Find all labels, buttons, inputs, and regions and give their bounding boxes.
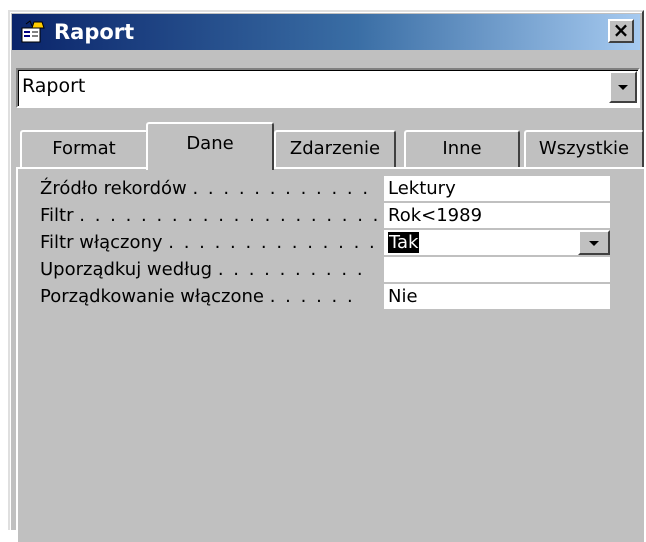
- chevron-down-icon: [618, 85, 628, 90]
- close-button[interactable]: ×: [608, 19, 634, 43]
- property-row: Źródło rekordów . . . . . . . . . . . . …: [18, 175, 638, 201]
- selected-value: Tak: [388, 232, 420, 253]
- tab-zdarzenie[interactable]: Zdarzenie: [274, 130, 396, 168]
- property-label: Filtr . . . . . . . . . . . . . . . . . …: [40, 205, 380, 226]
- property-value-order-by[interactable]: [384, 257, 610, 282]
- object-selector[interactable]: Raport: [16, 68, 640, 108]
- property-row: Uporządkuj według . . . . . . . . . .: [18, 256, 638, 282]
- chevron-down-icon: [589, 240, 599, 246]
- property-label: Porządkowanie włączone . . . . . .: [40, 286, 355, 307]
- object-selector-value: Raport: [22, 75, 86, 97]
- property-row: Porządkowanie włączone . . . . . . Nie: [18, 283, 638, 309]
- property-value-filter-on[interactable]: Tak: [384, 230, 610, 255]
- properties-icon: [21, 20, 45, 43]
- property-row: Filtr . . . . . . . . . . . . . . . . . …: [18, 202, 638, 228]
- tab-strip: Format Dane Zdarzenie Inne Wszystkie: [16, 122, 646, 170]
- property-value-filter[interactable]: Rok<1989: [384, 203, 610, 228]
- window-title: Raport: [54, 20, 135, 44]
- tab-inne[interactable]: Inne: [404, 130, 520, 168]
- property-sheet-window: Raport × Raport Format Dane Zdarzenie In…: [8, 10, 646, 542]
- property-label: Źródło rekordów . . . . . . . . . . . .: [40, 178, 371, 199]
- property-value-order-by-on[interactable]: Nie: [384, 284, 610, 309]
- properties-panel: Źródło rekordów . . . . . . . . . . . . …: [16, 169, 644, 542]
- filter-on-dropdown-button[interactable]: [578, 230, 610, 255]
- tab-format[interactable]: Format: [20, 130, 148, 168]
- property-row: Filtr włączony . . . . . . . . . . . . .…: [18, 229, 638, 255]
- property-label: Uporządkuj według . . . . . . . . . .: [40, 259, 365, 280]
- tab-wszystkie[interactable]: Wszystkie: [524, 130, 644, 168]
- tab-dane[interactable]: Dane: [146, 122, 274, 170]
- property-value-record-source[interactable]: Lektury: [384, 176, 610, 201]
- property-label: Filtr włączony . . . . . . . . . . . . .…: [40, 232, 377, 253]
- title-bar[interactable]: Raport ×: [12, 14, 640, 50]
- object-selector-dropdown-button[interactable]: [609, 71, 637, 103]
